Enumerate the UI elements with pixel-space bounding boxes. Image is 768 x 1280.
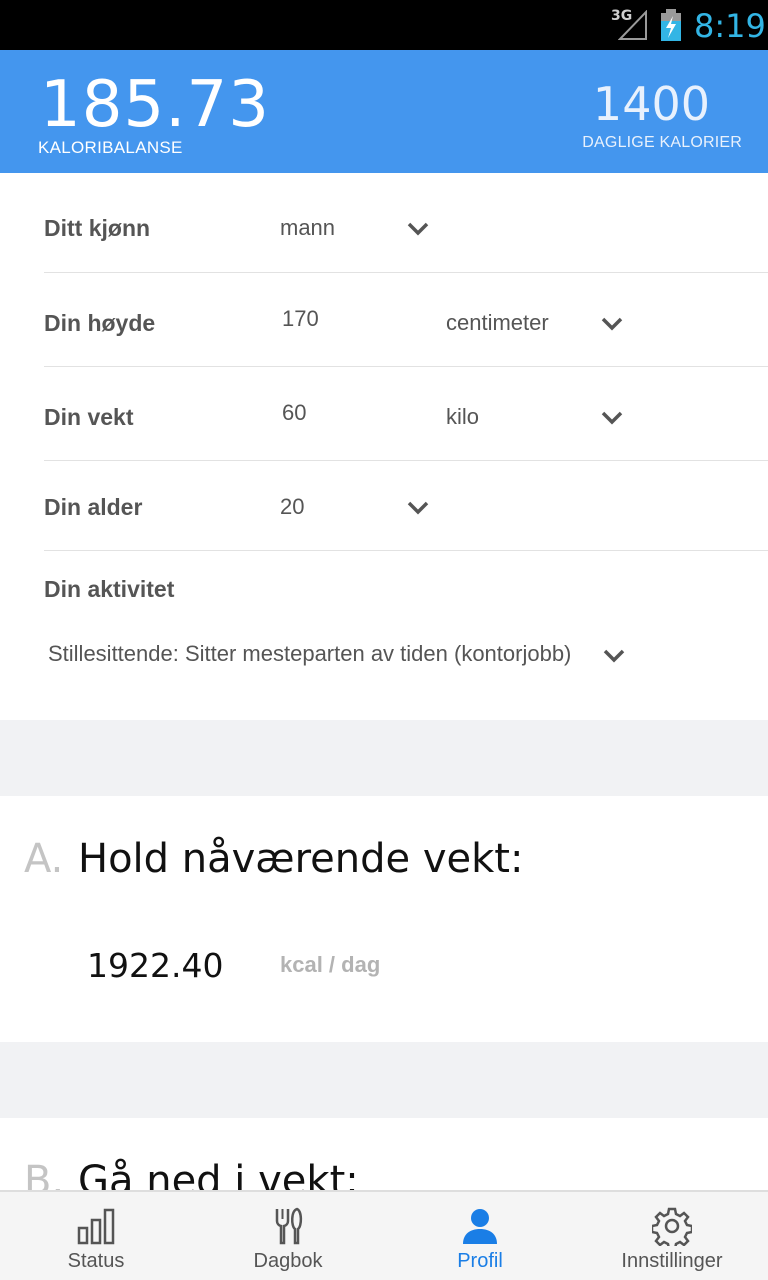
nav-label: Profil (457, 1250, 503, 1272)
age-label: Din alder (44, 494, 143, 520)
signal-icon (618, 10, 647, 40)
height-row: Din høyde 170 centimeter (44, 273, 768, 367)
age-select[interactable]: 20 (280, 494, 304, 520)
age-row: Din alder 20 (44, 461, 768, 551)
chevron-down-icon[interactable] (407, 222, 429, 236)
gender-row: Ditt kjønn mann (44, 173, 768, 273)
nav-label: Innstillinger (621, 1250, 723, 1272)
gender-label: Ditt kjønn (44, 215, 151, 241)
card-title: Gå ned i vekt: (78, 1158, 359, 1190)
calories-unit: kcal / dag (280, 952, 381, 977)
bar-chart-icon (77, 1208, 115, 1245)
cutlery-icon (275, 1207, 303, 1245)
calorie-header: 185.73 KALORIBALANSE 1400 DAGLIGE KALORI… (0, 50, 768, 173)
nav-profil[interactable]: Profil (384, 1192, 576, 1280)
chevron-down-icon[interactable] (601, 411, 623, 425)
gender-select[interactable]: mann (280, 215, 335, 241)
section-divider (0, 720, 768, 796)
card-letter: A. (24, 836, 64, 882)
nav-dagbok[interactable]: Dagbok (192, 1192, 384, 1280)
nav-status[interactable]: Status (0, 1192, 192, 1280)
card-letter: B. (24, 1158, 65, 1190)
chevron-down-icon[interactable] (407, 501, 429, 515)
clock: 8:19 (694, 7, 766, 45)
chevron-down-icon[interactable] (601, 317, 623, 331)
height-unit-select[interactable]: centimeter (446, 310, 549, 336)
status-bar: 3G 8:19 (0, 0, 768, 50)
battery-charging-icon (661, 9, 681, 41)
section-divider (0, 1042, 768, 1118)
nav-label: Status (67, 1250, 125, 1272)
profile-form: Ditt kjønn mann Din høyde 170 centimeter… (0, 173, 768, 720)
height-label: Din høyde (44, 310, 156, 336)
person-icon (463, 1209, 497, 1244)
calorie-balance-value: 185.73 (40, 68, 270, 142)
weight-row: Din vekt 60 kilo (44, 367, 768, 461)
nav-label: Dagbok (253, 1250, 323, 1272)
daily-calories-label: DAGLIGE KALORIER (582, 134, 742, 151)
card-title: Hold nåværende vekt: (78, 836, 524, 882)
calorie-balance-label: KALORIBALANSE (38, 138, 183, 157)
nav-innstillinger[interactable]: Innstillinger (576, 1192, 768, 1280)
bottom-navigation: Status Dagbok Profil Innstillinger (0, 1190, 768, 1280)
activity-label: Din aktivitet (44, 576, 175, 602)
maintain-weight-card: A. Hold nåværende vekt: 1922.40 kcal / d… (0, 796, 768, 1042)
lose-weight-card: B. Gå ned i vekt: (0, 1118, 768, 1190)
gear-icon (652, 1207, 692, 1246)
chevron-down-icon[interactable] (603, 649, 625, 663)
height-input[interactable]: 170 (282, 306, 319, 332)
maintain-calories-value: 1922.40 (87, 946, 224, 985)
daily-calories-value: 1400 (592, 77, 710, 131)
weight-label: Din vekt (44, 404, 134, 430)
weight-input[interactable]: 60 (282, 400, 306, 426)
weight-unit-select[interactable]: kilo (446, 404, 479, 430)
activity-select[interactable]: Stillesittende: Sitter mesteparten av ti… (48, 641, 604, 667)
